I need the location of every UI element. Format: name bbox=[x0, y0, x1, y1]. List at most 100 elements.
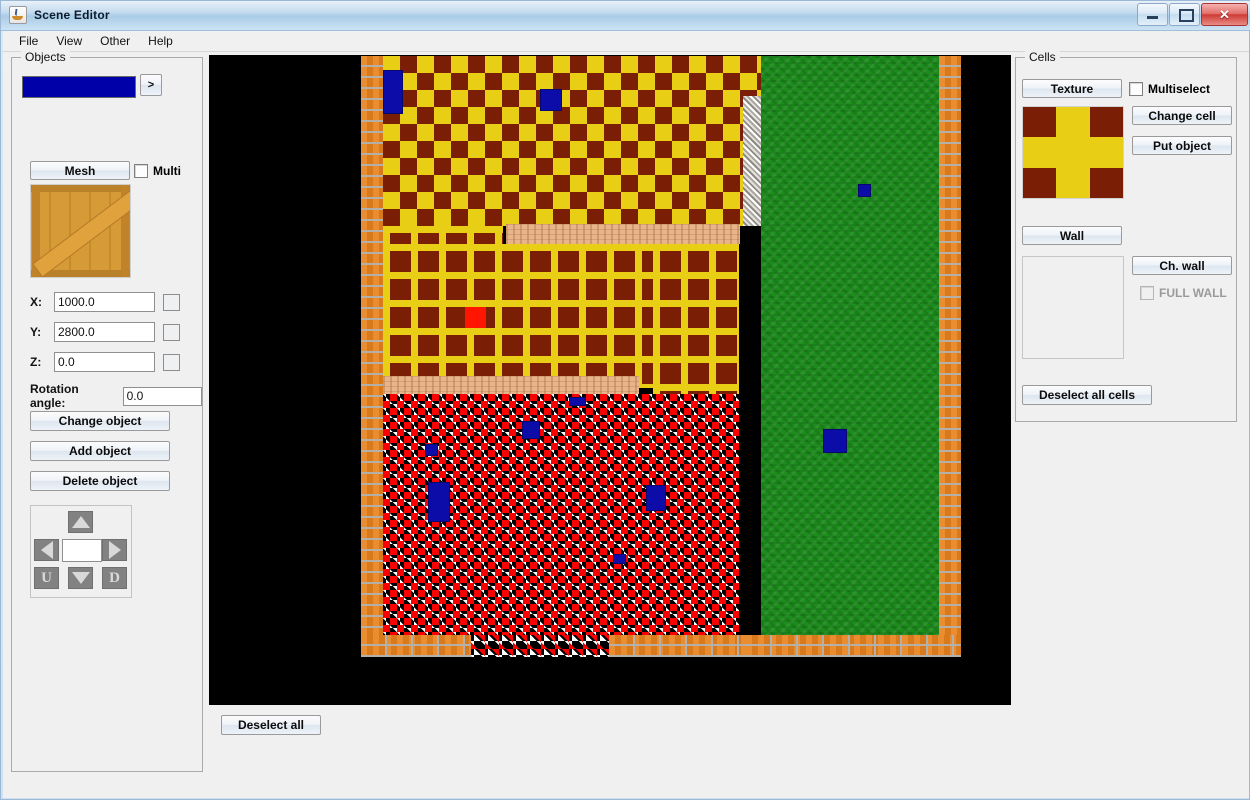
maximize-button[interactable] bbox=[1169, 3, 1200, 26]
close-icon: ✕ bbox=[1219, 6, 1230, 22]
cells-panel-legend: Cells bbox=[1025, 50, 1060, 64]
objects-panel-legend: Objects bbox=[21, 50, 70, 64]
deselect-all-cells-button[interactable]: Deselect all cells bbox=[1022, 385, 1152, 405]
stone-patch[interactable] bbox=[743, 96, 761, 226]
minimize-button[interactable] bbox=[1137, 3, 1168, 26]
x-lock-checkbox[interactable] bbox=[163, 293, 180, 311]
menu-bar: File View Other Help bbox=[3, 31, 1249, 52]
change-cell-button[interactable]: Change cell bbox=[1132, 106, 1232, 125]
scene-object[interactable] bbox=[569, 397, 586, 406]
menu-item-file[interactable]: File bbox=[10, 32, 47, 50]
full-wall-checkbox-box bbox=[1140, 286, 1154, 300]
multi-checkbox-box[interactable] bbox=[134, 164, 148, 178]
java-coffee-icon bbox=[9, 6, 27, 24]
multiselect-checkbox-label: Multiselect bbox=[1148, 82, 1211, 96]
menu-item-view[interactable]: View bbox=[47, 32, 91, 50]
wall-button[interactable]: Wall bbox=[1022, 226, 1122, 245]
full-wall-checkbox: FULL WALL bbox=[1140, 286, 1227, 300]
brick-wall-left[interactable] bbox=[361, 56, 383, 657]
brick-wall-right[interactable] bbox=[939, 56, 961, 657]
move-left-button[interactable] bbox=[34, 539, 59, 561]
change-wall-button[interactable]: Ch. wall bbox=[1132, 256, 1232, 275]
move-right-button[interactable] bbox=[102, 539, 127, 561]
red-noise-floor-tail[interactable] bbox=[471, 635, 609, 657]
sand-strip-lower[interactable] bbox=[383, 376, 639, 394]
title-bar: Scene Editor ✕ bbox=[1, 1, 1250, 31]
brick-wall-bottom-left[interactable] bbox=[361, 635, 471, 657]
z-input[interactable]: 0.0 bbox=[54, 352, 155, 372]
sand-strip-upper[interactable] bbox=[506, 224, 740, 244]
add-object-button[interactable]: Add object bbox=[30, 441, 170, 461]
scene-object[interactable] bbox=[823, 429, 847, 453]
grass-field[interactable] bbox=[761, 56, 939, 635]
up-arrow-icon bbox=[71, 516, 90, 528]
scene-object[interactable] bbox=[425, 444, 438, 456]
menu-item-help[interactable]: Help bbox=[139, 32, 182, 50]
scene-object[interactable] bbox=[540, 89, 562, 111]
z-lock-checkbox[interactable] bbox=[163, 353, 180, 371]
multiselect-checkbox[interactable]: Multiselect bbox=[1129, 82, 1210, 96]
brick-wall-bottom-middle[interactable] bbox=[609, 635, 747, 657]
move-down-button[interactable] bbox=[68, 567, 93, 589]
diamond-checker-floor[interactable] bbox=[383, 56, 761, 226]
window-title: Scene Editor bbox=[34, 8, 110, 22]
down-arrow-icon bbox=[71, 572, 90, 584]
z-field-row: Z: 0.0 bbox=[30, 352, 180, 372]
close-button[interactable]: ✕ bbox=[1201, 3, 1248, 26]
crate-diagonal-brace bbox=[33, 185, 130, 277]
full-wall-checkbox-label: FULL WALL bbox=[1159, 286, 1227, 300]
move-step-input[interactable] bbox=[62, 539, 102, 562]
move-up-level-button[interactable]: U bbox=[34, 567, 59, 589]
multi-checkbox-label: Multi bbox=[153, 164, 181, 178]
mesh-button[interactable]: Mesh bbox=[30, 161, 130, 180]
y-lock-checkbox[interactable] bbox=[163, 323, 180, 341]
mesh-preview[interactable] bbox=[30, 184, 131, 278]
put-object-button[interactable]: Put object bbox=[1132, 136, 1232, 155]
selected-cell-marker[interactable] bbox=[465, 307, 486, 328]
cells-panel: Cells Texture Multiselect Change cell Pu… bbox=[1015, 50, 1237, 422]
rotation-field-row: Rotation angle: 0.0 bbox=[30, 382, 202, 410]
rotation-input[interactable]: 0.0 bbox=[122, 386, 202, 406]
brick-wall-bottom-right[interactable] bbox=[746, 635, 961, 657]
rotation-label: Rotation angle: bbox=[30, 382, 79, 410]
x-input[interactable]: 1000.0 bbox=[54, 292, 155, 312]
d-letter-icon: D bbox=[109, 569, 120, 586]
y-label: Y: bbox=[30, 325, 42, 339]
move-up-button[interactable] bbox=[68, 511, 93, 533]
wall-texture-preview[interactable] bbox=[1022, 256, 1124, 359]
x-field-row: X: 1000.0 bbox=[30, 292, 180, 312]
title-bar-left: Scene Editor bbox=[9, 6, 110, 24]
scene-object[interactable] bbox=[613, 554, 626, 564]
scene-canvas[interactable] bbox=[209, 55, 1011, 705]
delete-object-button[interactable]: Delete object bbox=[30, 471, 170, 491]
scene-object[interactable] bbox=[428, 482, 450, 522]
change-object-button[interactable]: Change object bbox=[30, 411, 170, 431]
right-arrow-icon bbox=[108, 541, 121, 559]
scene-object[interactable] bbox=[383, 70, 403, 114]
z-label: Z: bbox=[30, 355, 42, 369]
x-label: X: bbox=[30, 295, 42, 309]
grid-floor-right[interactable] bbox=[653, 244, 739, 404]
multiselect-checkbox-box[interactable] bbox=[1129, 82, 1143, 96]
menu-item-other[interactable]: Other bbox=[91, 32, 139, 50]
scene-map[interactable] bbox=[361, 56, 961, 657]
texture-button[interactable]: Texture bbox=[1022, 79, 1122, 98]
y-input[interactable]: 2800.0 bbox=[54, 322, 155, 342]
restore-icon bbox=[1179, 9, 1194, 22]
multi-checkbox[interactable]: Multi bbox=[134, 164, 181, 178]
minimize-icon bbox=[1147, 16, 1158, 19]
scene-object[interactable] bbox=[646, 485, 666, 511]
left-arrow-icon bbox=[40, 541, 53, 559]
main-content: Objects > Mesh Multi X: 1000.0 Y: 2800.0… bbox=[3, 50, 1249, 798]
object-color-swatch[interactable] bbox=[22, 76, 136, 98]
deselect-all-button[interactable]: Deselect all bbox=[221, 715, 321, 735]
move-down-level-button[interactable]: D bbox=[102, 567, 127, 589]
expand-color-button[interactable]: > bbox=[140, 74, 162, 96]
crate-texture-icon bbox=[31, 185, 130, 277]
scene-object[interactable] bbox=[858, 184, 871, 197]
application-window: Scene Editor ✕ File View Other Help Obje… bbox=[0, 0, 1250, 800]
u-letter-icon: U bbox=[41, 569, 52, 586]
cell-texture-preview[interactable] bbox=[1022, 106, 1124, 199]
objects-panel: Objects > Mesh Multi X: 1000.0 Y: 2800.0… bbox=[11, 50, 203, 772]
scene-object[interactable] bbox=[522, 421, 540, 439]
